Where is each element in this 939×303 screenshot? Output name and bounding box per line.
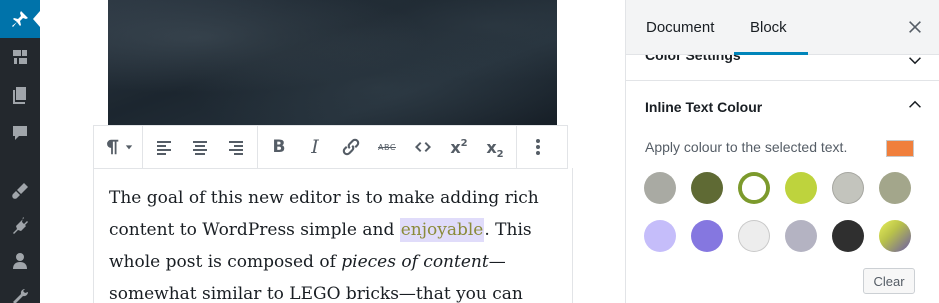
admin-menu (0, 0, 40, 303)
alignment-group (143, 126, 258, 168)
color-settings-toggle[interactable] (908, 55, 922, 72)
colour-swatch[interactable] (691, 172, 723, 204)
chevron-up-icon (909, 100, 921, 108)
admin-menu-appearance[interactable] (0, 172, 40, 210)
paragraph-text[interactable]: The goal of this new editor is to make a… (109, 182, 557, 303)
italic-text: pieces of content (341, 252, 489, 272)
admin-menu-posts[interactable] (0, 0, 40, 38)
colour-swatch[interactable] (785, 220, 817, 252)
subscript-base: x (486, 137, 497, 157)
color-settings-panel[interactable]: Color Settings (626, 55, 939, 81)
paragraph-block[interactable]: The goal of this new editor is to make a… (93, 168, 573, 303)
tab-block[interactable]: Block (750, 0, 787, 55)
inline-text-colour-panel-header[interactable]: Inline Text Colour (626, 82, 939, 132)
colour-swatch[interactable] (644, 220, 676, 252)
bold-button[interactable]: B (261, 129, 297, 165)
align-left-icon (157, 141, 171, 155)
block-switcher-button[interactable] (97, 129, 139, 165)
panel-collapse-toggle[interactable] (908, 98, 922, 117)
tools-icon (13, 288, 29, 303)
colour-swatch[interactable] (738, 220, 770, 252)
align-left-button[interactable] (146, 129, 182, 165)
admin-menu-comments[interactable] (0, 114, 40, 152)
image-texture (108, 0, 557, 125)
admin-menu-tools[interactable] (0, 278, 40, 303)
strikethrough-button[interactable]: ABC (369, 129, 405, 165)
more-options-button[interactable] (520, 129, 556, 165)
subscript-small: 2 (496, 148, 504, 160)
bold-icon: B (272, 137, 286, 157)
superscript-base: x (450, 137, 461, 157)
admin-menu-plugins[interactable] (0, 206, 40, 244)
colour-swatch[interactable] (832, 172, 864, 204)
admin-menu-users[interactable] (0, 242, 40, 280)
format-group: B I ABC x2 x2 (258, 126, 517, 168)
pages-icon (13, 87, 26, 104)
colour-swatch[interactable] (738, 172, 770, 204)
align-center-button[interactable] (182, 129, 218, 165)
superscript-icon: x2 (450, 138, 467, 157)
settings-sidebar: Document Block Color Settings Inline Tex… (625, 0, 939, 303)
colour-swatch[interactable] (691, 220, 723, 252)
italic-button[interactable]: I (297, 129, 333, 165)
editor-canvas: B I ABC x2 x2 The goal of this new edito… (40, 0, 625, 303)
comments-icon (13, 126, 27, 140)
tab-document[interactable]: Document (646, 0, 714, 55)
admin-menu-media[interactable] (0, 38, 40, 76)
block-toolbar: B I ABC x2 x2 (93, 125, 568, 169)
more-group (517, 126, 559, 168)
superscript-button[interactable]: x2 (441, 129, 477, 165)
current-colour-indicator (886, 140, 914, 157)
colour-swatch[interactable] (785, 172, 817, 204)
colour-swatch[interactable] (879, 172, 911, 204)
appearance-icon (12, 183, 28, 199)
colour-swatch[interactable] (879, 220, 911, 252)
highlighted-text[interactable]: enjoyable (399, 218, 485, 242)
inline-text-colour-title: Inline Text Colour (645, 99, 763, 115)
apply-colour-label: Apply colour to the selected text. (645, 139, 848, 155)
paragraph-icon (107, 139, 119, 155)
align-center-icon (193, 141, 207, 155)
pin-icon (12, 11, 28, 27)
admin-menu-pages[interactable] (0, 76, 40, 114)
users-icon (13, 253, 27, 269)
more-icon (536, 139, 540, 155)
align-right-button[interactable] (218, 129, 254, 165)
code-icon (415, 142, 431, 152)
colour-swatch[interactable] (832, 220, 864, 252)
close-icon (909, 21, 921, 33)
image-block[interactable] (108, 0, 557, 125)
media-icon (13, 50, 27, 64)
chevron-down-icon (125, 145, 133, 150)
superscript-small: 2 (460, 137, 468, 149)
subscript-icon: x2 (486, 137, 504, 160)
close-sidebar-button[interactable] (904, 16, 926, 38)
clear-colour-button[interactable]: Clear (863, 268, 915, 294)
strikethrough-icon: ABC (378, 142, 396, 152)
subscript-button[interactable]: x2 (477, 129, 513, 165)
align-right-icon (229, 141, 243, 155)
code-button[interactable] (405, 129, 441, 165)
plugins-icon (13, 217, 28, 234)
sidebar-tabs: Document Block (626, 0, 939, 55)
chevron-down-icon (909, 57, 921, 65)
block-type-group (94, 126, 143, 168)
link-button[interactable] (333, 129, 369, 165)
italic-icon: I (311, 136, 319, 158)
color-settings-title: Color Settings (645, 55, 741, 63)
colour-swatch[interactable] (644, 172, 676, 204)
link-icon (342, 138, 360, 156)
